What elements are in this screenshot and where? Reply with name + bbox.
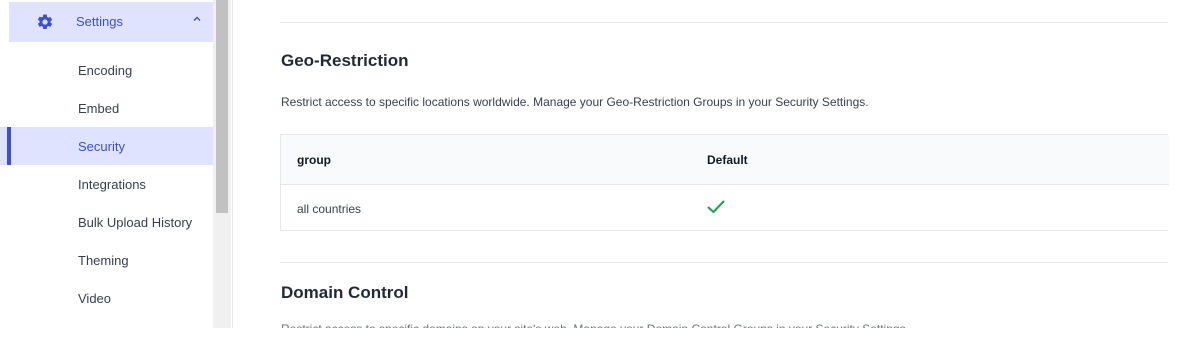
section-divider [280,262,1168,263]
sidebar-scrollbar-thumb[interactable] [216,0,228,213]
sidebar-item-security[interactable]: Security [0,127,213,165]
table-row[interactable]: all countries [281,185,1169,231]
geo-restriction-title: Geo-Restriction [281,51,409,70]
active-indicator [7,127,11,165]
domain-control-title: Domain Control [281,283,409,302]
column-header-group: group [297,153,331,167]
geo-restriction-description: Restrict access to specific locations wo… [281,95,869,109]
sidebar-item-label: Encoding [78,62,133,78]
gear-icon [37,14,53,29]
sidebar-item-label: Integrations [78,176,146,192]
geo-restriction-table: group Default all countries [280,134,1169,231]
sidebar-item-video[interactable]: Video [0,279,213,317]
sidebar-item-encoding[interactable]: Encoding [0,51,213,89]
column-header-default: Default [707,153,748,167]
cell-group: all countries [297,202,362,216]
sidebar-item-integrations[interactable]: Integrations [0,165,213,203]
sidebar-item-label: Video [78,290,112,306]
sidebar-item-embed[interactable]: Embed [0,89,213,127]
sidebar: Settings Encoding Embed Security Integra… [0,0,213,328]
sidebar-divider [232,0,233,328]
section-divider [280,22,1168,23]
checkmark-icon [707,200,725,213]
sidebar-item-theming[interactable]: Theming [0,241,213,279]
sidebar-group-settings[interactable]: Settings [9,2,213,42]
page-bottom [0,328,1188,354]
sidebar-group-label: Settings [76,14,123,29]
sidebar-item-label: Security [78,138,125,154]
sidebar-item-bulk-upload-history[interactable]: Bulk Upload History [0,203,213,241]
sidebar-item-label: Theming [78,252,129,268]
table-header: group Default [281,135,1169,185]
chevron-up-icon [193,16,201,21]
sidebar-item-label: Bulk Upload History [78,214,193,230]
sidebar-item-label: Embed [78,100,120,116]
